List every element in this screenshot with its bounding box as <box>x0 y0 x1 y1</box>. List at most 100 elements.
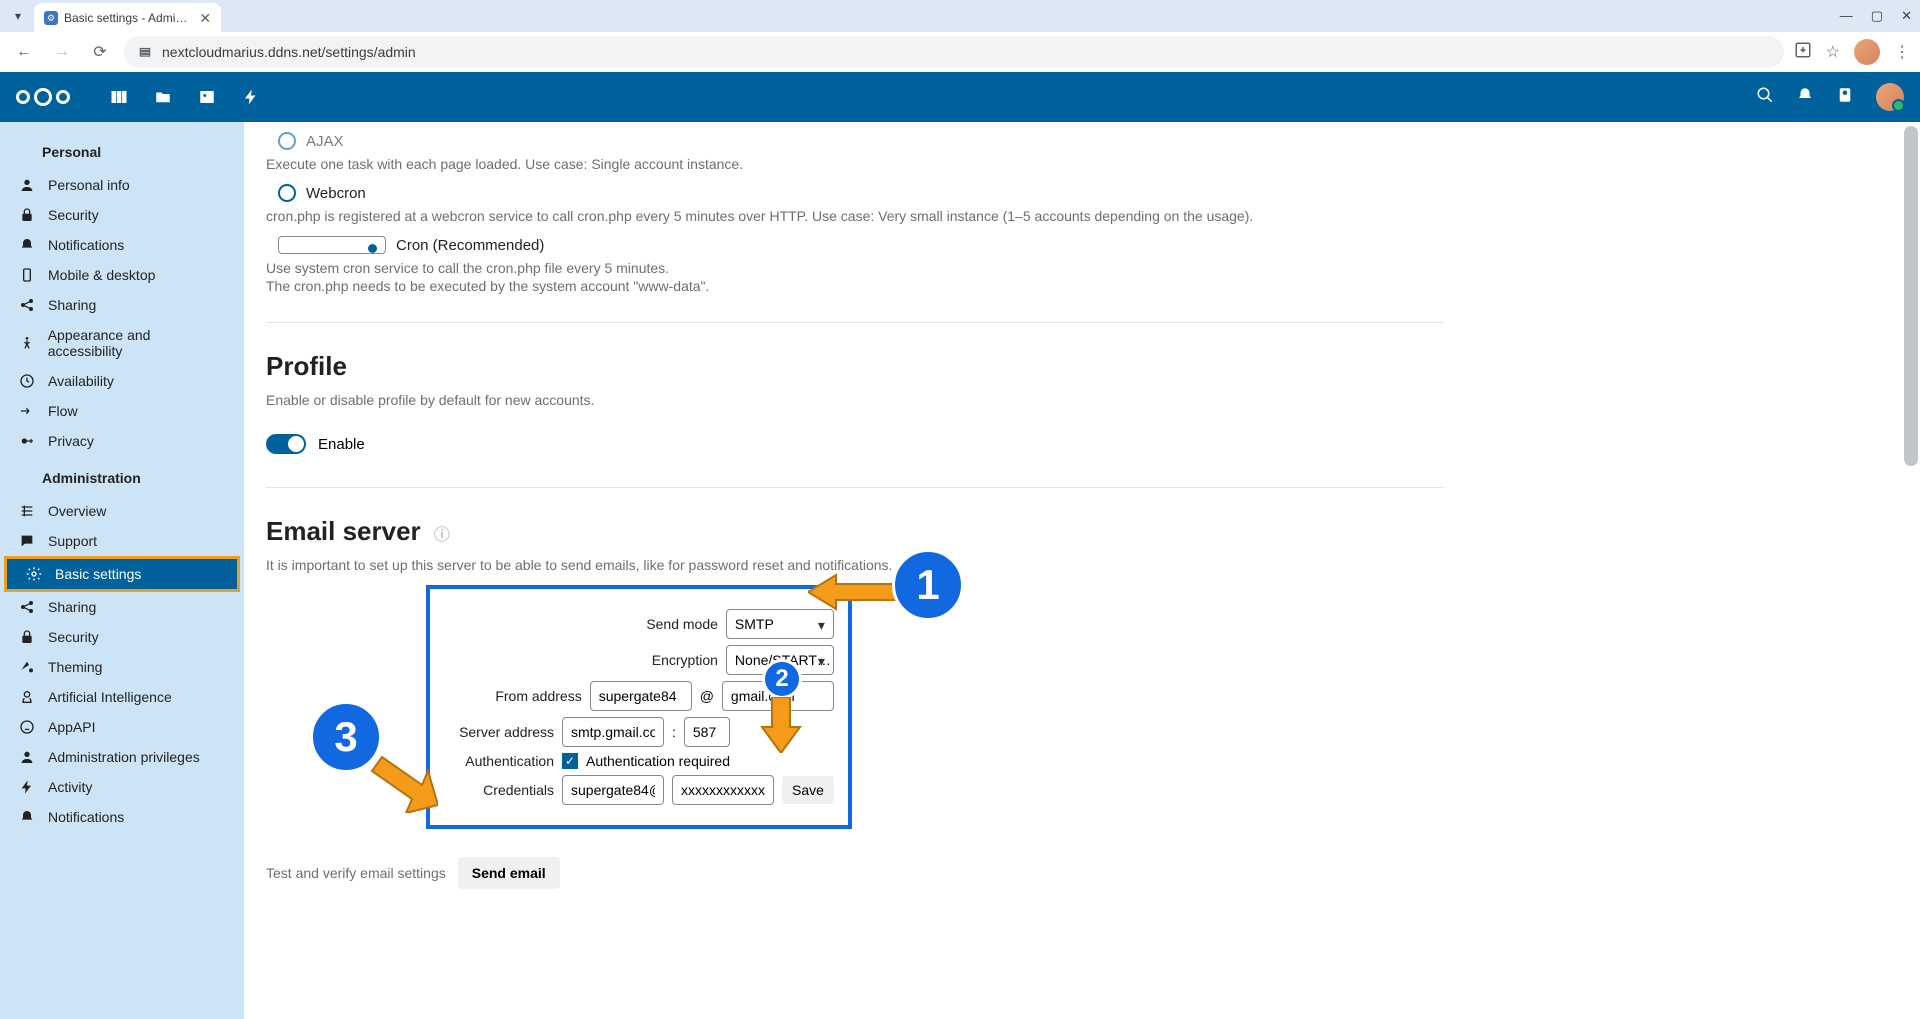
sidebar-item-sharing[interactable]: Sharing <box>0 592 244 622</box>
sidebar-item-artificial-intelligence[interactable]: Artificial Intelligence <box>0 682 244 712</box>
tab-dropdown[interactable]: ▾ <box>8 6 28 26</box>
sidebar-item-label: Administration privileges <box>48 749 200 765</box>
admin-icon <box>18 749 36 765</box>
contacts-icon[interactable] <box>1836 86 1854 109</box>
app-icon <box>18 719 36 735</box>
server-port-input[interactable] <box>684 717 730 747</box>
sidebar-item-label: Mobile & desktop <box>48 267 155 283</box>
from-address-label: From address <box>472 688 582 704</box>
sidebar-item-security[interactable]: Security <box>0 622 244 652</box>
install-app-icon[interactable] <box>1794 41 1812 64</box>
favicon-icon: ⚙ <box>44 11 58 25</box>
menu-icon[interactable]: ⋮ <box>1894 42 1910 62</box>
sidebar-item-support[interactable]: Support <box>0 526 244 556</box>
radio-webcron-label: Webcron <box>306 185 366 202</box>
search-icon[interactable] <box>1756 86 1774 109</box>
sidebar-item-label: Security <box>48 629 99 645</box>
sidebar-item-label: Personal info <box>48 177 130 193</box>
sidebar-item-overview[interactable]: Overview <box>0 496 244 526</box>
save-button[interactable]: Save <box>782 776 834 804</box>
address-bar[interactable]: nextcloudmarius.ddns.net/settings/admin <box>124 36 1784 68</box>
sidebar-item-basic-settings[interactable]: Basic settings <box>4 556 240 592</box>
server-address-label: Server address <box>444 724 554 740</box>
profile-toggle[interactable] <box>266 434 306 454</box>
from-user-input[interactable] <box>590 681 692 711</box>
close-tab-icon[interactable]: ✕ <box>199 10 211 27</box>
sidebar-item-mobile-desktop[interactable]: Mobile & desktop <box>0 260 244 290</box>
credentials-user-input[interactable] <box>562 775 664 805</box>
sidebar-item-label: Appearance and accessibility <box>48 327 226 359</box>
back-button[interactable]: ← <box>10 38 38 66</box>
sidebar-item-personal-info[interactable]: Personal info <box>0 170 244 200</box>
lock-icon <box>18 629 36 645</box>
profile-avatar-icon[interactable] <box>1854 39 1880 65</box>
main-content: AJAX Execute one task with each page loa… <box>244 122 1920 1019</box>
sidebar: Personal Personal infoSecurityNotificati… <box>0 122 244 1019</box>
sidebar-item-label: Theming <box>48 659 102 675</box>
activity-icon[interactable] <box>242 88 260 106</box>
webcron-description: cron.php is registered at a webcron serv… <box>266 208 1444 224</box>
grid-icon <box>18 503 36 519</box>
sidebar-item-sharing[interactable]: Sharing <box>0 290 244 320</box>
auth-checkbox[interactable]: ✓ <box>562 753 578 769</box>
auth-label: Authentication <box>444 753 554 769</box>
close-window-icon[interactable]: ✕ <box>1901 8 1912 24</box>
info-icon[interactable]: ⓘ <box>434 527 450 544</box>
sidebar-item-privacy[interactable]: Privacy <box>0 426 244 456</box>
browser-tab[interactable]: ⚙ Basic settings - Admi… ✕ <box>34 3 221 33</box>
sidebar-item-flow[interactable]: Flow <box>0 396 244 426</box>
site-info-icon[interactable] <box>138 45 152 59</box>
mobile-icon <box>18 267 36 283</box>
bookmark-icon[interactable]: ☆ <box>1826 42 1840 62</box>
person-icon <box>18 177 36 193</box>
share-icon <box>18 599 36 615</box>
credentials-pass-input[interactable] <box>672 775 774 805</box>
radio-ajax[interactable] <box>278 132 296 150</box>
bell-icon <box>18 809 36 825</box>
sidebar-item-notifications[interactable]: Notifications <box>0 802 244 832</box>
sidebar-item-label: Security <box>48 207 99 223</box>
sidebar-item-label: Notifications <box>48 237 124 253</box>
scrollbar-thumb[interactable] <box>1904 126 1918 466</box>
reload-button[interactable]: ⟳ <box>86 38 114 66</box>
sidebar-item-security[interactable]: Security <box>0 200 244 230</box>
cron-description-2: The cron.php needs to be executed by the… <box>266 278 1444 294</box>
sidebar-item-label: Support <box>48 533 97 549</box>
sidebar-item-label: Availability <box>48 373 114 389</box>
photos-icon[interactable] <box>198 88 216 106</box>
ajax-description: Execute one task with each page loaded. … <box>266 156 1444 172</box>
send-mode-label: Send mode <box>608 616 718 632</box>
logo-icon[interactable] <box>16 88 70 106</box>
radio-cron[interactable] <box>278 236 386 254</box>
radio-cron-label: Cron (Recommended) <box>396 237 544 254</box>
radio-ajax-label: AJAX <box>306 133 344 150</box>
sidebar-item-label: Flow <box>48 403 78 419</box>
profile-toggle-label: Enable <box>318 436 365 453</box>
sidebar-item-availability[interactable]: Availability <box>0 366 244 396</box>
dashboard-icon[interactable] <box>110 88 128 106</box>
maximize-icon[interactable]: ▢ <box>1871 8 1883 24</box>
sidebar-item-label: Activity <box>48 779 92 795</box>
sidebar-item-activity[interactable]: Activity <box>0 772 244 802</box>
send-email-button[interactable]: Send email <box>458 857 560 889</box>
theme-icon <box>18 659 36 675</box>
user-avatar-icon[interactable] <box>1876 83 1904 111</box>
url-text: nextcloudmarius.ddns.net/settings/admin <box>162 44 416 60</box>
ai-icon <box>18 689 36 705</box>
sidebar-item-label: Privacy <box>48 433 94 449</box>
server-host-input[interactable] <box>562 717 664 747</box>
notifications-bell-icon[interactable] <box>1796 86 1814 109</box>
forward-button[interactable]: → <box>48 38 76 66</box>
annotation-1: 1 <box>892 549 964 621</box>
sidebar-item-notifications[interactable]: Notifications <box>0 230 244 260</box>
sidebar-item-administration-privileges[interactable]: Administration privileges <box>0 742 244 772</box>
files-icon[interactable] <box>154 88 172 106</box>
clock-icon <box>18 373 36 389</box>
sidebar-item-theming[interactable]: Theming <box>0 652 244 682</box>
radio-webcron[interactable] <box>278 184 296 202</box>
minimize-icon[interactable]: — <box>1840 8 1853 24</box>
sidebar-item-appearance-and-accessibility[interactable]: Appearance and accessibility <box>0 320 244 366</box>
tab-title: Basic settings - Admi… <box>64 11 187 25</box>
share-icon <box>18 297 36 313</box>
sidebar-item-appapi[interactable]: AppAPI <box>0 712 244 742</box>
